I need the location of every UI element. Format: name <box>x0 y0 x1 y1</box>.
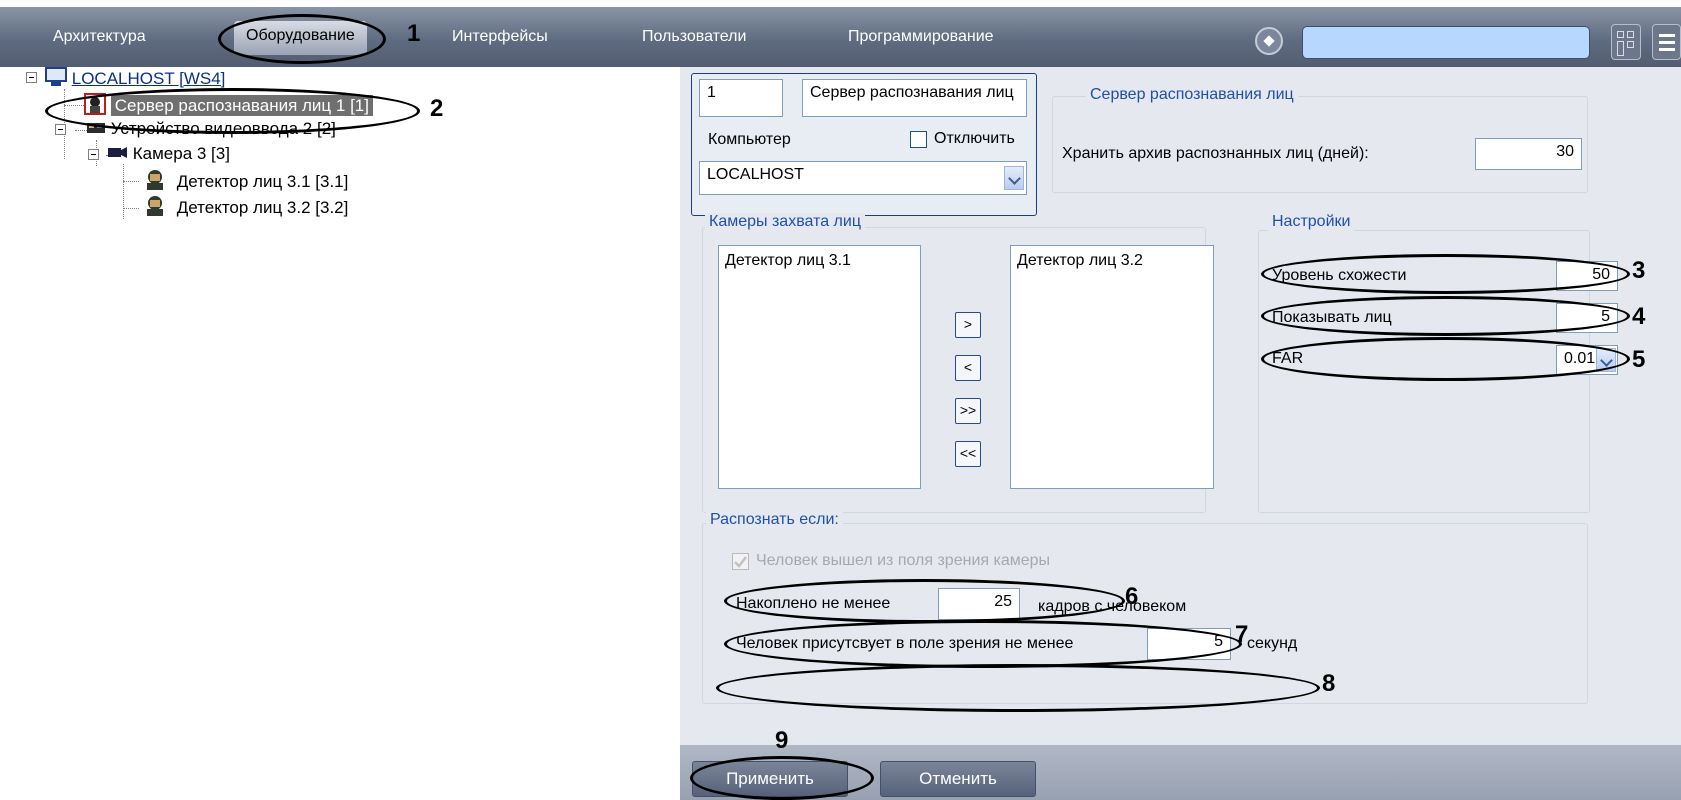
layout-icon[interactable] <box>1611 24 1641 60</box>
collapse-root-icon[interactable] <box>26 72 37 83</box>
settings-panel: 1 Сервер распознавания лиц Компьютер Отк… <box>680 67 1681 800</box>
menu-interfaces[interactable]: Интерфейсы <box>452 28 548 46</box>
annotation-number-6: 6 <box>1125 583 1139 610</box>
hardware-tree: LOCALHOST [WS4] Сервер распознавания лиц… <box>0 67 680 800</box>
menu-architecture[interactable]: Архитектура <box>53 28 146 46</box>
object-id-field[interactable]: 1 <box>699 79 783 117</box>
move-right-button[interactable]: > <box>955 312 981 338</box>
apply-button[interactable]: Применить <box>692 761 848 797</box>
computer-icon <box>45 67 67 86</box>
annotation-number-5: 5 <box>1632 346 1646 373</box>
menu-hardware[interactable]: Оборудование <box>234 21 367 55</box>
tree-item-detector-1[interactable]: Детектор лиц 3.1 [3.1] <box>144 169 348 192</box>
object-name-field[interactable]: Сервер распознавания лиц <box>802 79 1027 117</box>
menu-users[interactable]: Пользователи <box>642 28 746 46</box>
annotation-number-2: 2 <box>430 95 444 122</box>
present-seconds-input[interactable]: 5 <box>1147 628 1231 660</box>
list-item[interactable]: Детектор лиц 3.1 <box>725 252 914 270</box>
tree-item-video-device[interactable]: Устройство видеоввода 2 [2] <box>86 119 336 139</box>
accumulated-label: Накоплено не менее <box>736 595 891 612</box>
computer-label: Компьютер <box>708 131 791 148</box>
video-board-icon <box>87 123 105 133</box>
recognize-if-title: Распознать если: <box>706 511 843 529</box>
similarity-label: Уровень схожести <box>1272 267 1407 284</box>
collapse-video-device-icon[interactable] <box>55 124 66 135</box>
selected-cameras-list[interactable]: Детектор лиц 3.2 <box>1010 245 1214 489</box>
chevron-down-icon[interactable] <box>1004 166 1024 190</box>
archive-days-input[interactable]: 30 <box>1475 138 1582 170</box>
computer-select[interactable]: LOCALHOST <box>699 161 1027 195</box>
search-icon[interactable] <box>1255 27 1283 55</box>
annotation-number-7: 7 <box>1235 621 1249 648</box>
similarity-input[interactable]: 50 <box>1556 261 1618 291</box>
cameras-group-title: Камеры захвата лиц <box>705 213 865 231</box>
archive-days-label: Хранить архив распознанных лиц (дней): <box>1062 145 1369 162</box>
server-group-title: Сервер распознавания лиц <box>1086 86 1298 104</box>
annotation-number-9: 9 <box>775 727 789 754</box>
accumulated-frames-input[interactable]: 25 <box>938 588 1020 620</box>
collapse-camera-icon[interactable] <box>88 149 99 160</box>
tree-item-face-server[interactable]: Сервер распознавания лиц 1 [1] <box>84 93 373 116</box>
accumulated-unit: кадров с человеком <box>1038 598 1187 615</box>
menu-icon[interactable] <box>1652 24 1681 60</box>
recognition-settings-title: Настройки <box>1268 213 1355 231</box>
move-left-button[interactable]: < <box>955 355 981 381</box>
left-view-checkbox[interactable] <box>732 553 749 570</box>
face-detector-icon <box>147 170 163 190</box>
disable-label: Отключить <box>934 130 1015 147</box>
annotation-number-4: 4 <box>1632 303 1646 330</box>
present-label: Человек присутсвует в поле зрения не мен… <box>736 635 1074 652</box>
tree-item-localhost[interactable]: LOCALHOST [WS4] <box>45 67 225 89</box>
present-unit: секунд <box>1247 635 1298 652</box>
available-cameras-list[interactable]: Детектор лиц 3.1 <box>718 245 921 489</box>
tree-item-detector-2[interactable]: Детектор лиц 3.2 [3.2] <box>144 195 348 218</box>
show-faces-input[interactable]: 5 <box>1556 303 1618 333</box>
left-view-label: Человек вышел из поля зрения камеры <box>756 552 1051 569</box>
cancel-button[interactable]: Отменить <box>880 761 1036 797</box>
top-menu-bar: Архитектура Оборудование Интерфейсы Поль… <box>0 7 1681 67</box>
move-all-left-button[interactable]: << <box>955 441 981 467</box>
annotation-number-3: 3 <box>1632 257 1646 284</box>
face-detector-icon <box>147 196 163 216</box>
menu-programming[interactable]: Программирование <box>848 28 994 46</box>
list-item[interactable]: Детектор лиц 3.2 <box>1017 252 1207 270</box>
disable-checkbox[interactable] <box>910 131 927 148</box>
tree-item-camera[interactable]: Камера 3 [3] <box>108 144 230 164</box>
annotation-number-1: 1 <box>407 20 421 47</box>
search-input[interactable] <box>1302 26 1590 59</box>
chevron-down-icon[interactable] <box>1596 348 1616 372</box>
camera-icon <box>108 147 127 158</box>
computer-select-value: LOCALHOST <box>707 166 804 183</box>
face-server-icon <box>84 93 106 115</box>
move-all-right-button[interactable]: >> <box>955 398 981 424</box>
checkmark-icon <box>734 556 747 568</box>
far-label: FAR <box>1272 350 1304 367</box>
annotation-number-8: 8 <box>1322 670 1336 697</box>
show-faces-label: Показывать лиц <box>1272 309 1392 326</box>
